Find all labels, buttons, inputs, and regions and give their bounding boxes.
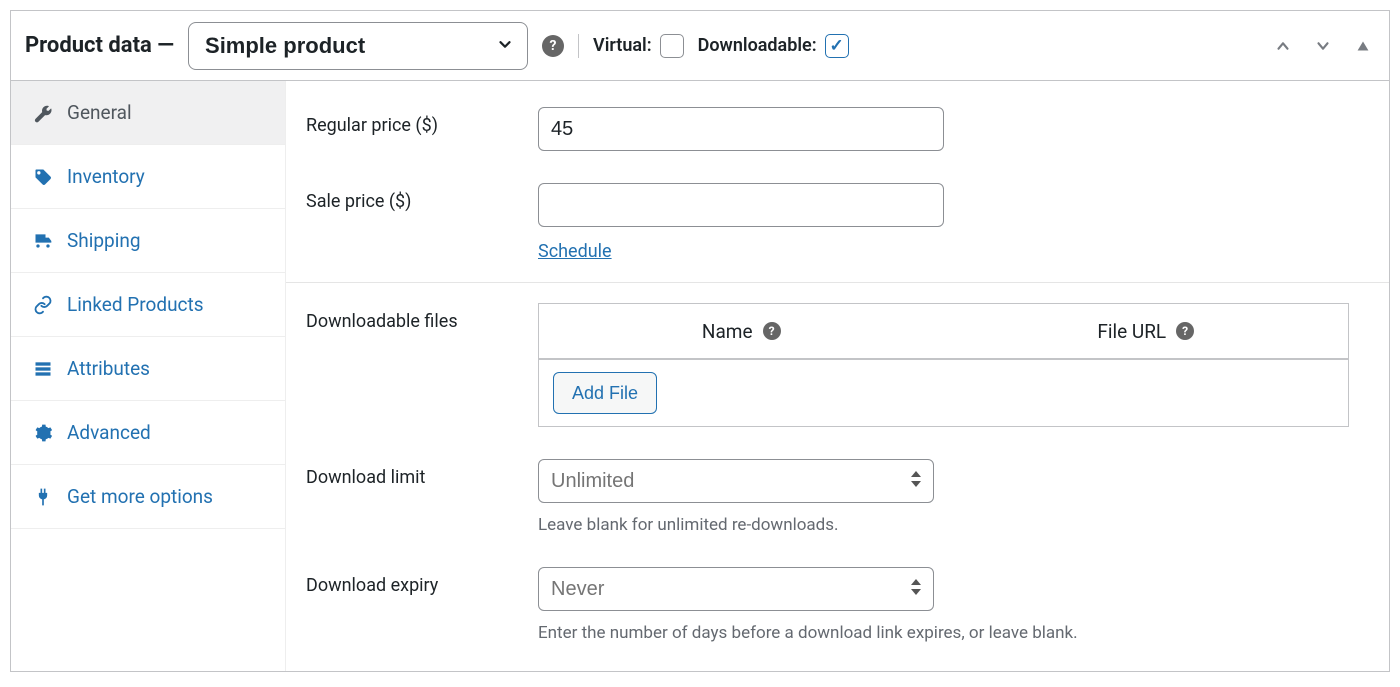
virtual-checkbox-group[interactable]: Virtual: ✓: [593, 34, 684, 58]
panel-body: General Inventory Shipping: [11, 81, 1389, 671]
product-type-select-wrap: Simple product: [188, 22, 528, 70]
files-col-url: File URL ?: [944, 320, 1349, 343]
wrench-icon: [33, 103, 53, 123]
download-limit-input[interactable]: [538, 459, 934, 503]
regular-price-label: Regular price ($): [306, 107, 538, 136]
files-col-name: Name ?: [539, 320, 944, 343]
download-expiry-help: Enter the number of days before a downlo…: [538, 623, 1369, 643]
regular-price-input[interactable]: [538, 107, 944, 151]
tab-general[interactable]: General: [11, 81, 285, 145]
move-up-icon[interactable]: [1271, 34, 1295, 58]
product-data-panel: Product data — Simple product ? Virtual:…: [10, 10, 1390, 672]
tab-inventory[interactable]: Inventory: [11, 145, 285, 209]
download-expiry-label: Download expiry: [306, 567, 538, 596]
row-download-limit: Download limit Leave blank for unlimited…: [286, 443, 1389, 551]
plug-icon: [33, 487, 53, 507]
add-file-button[interactable]: Add File: [553, 372, 657, 414]
toggle-panel-icon[interactable]: [1351, 34, 1375, 58]
tab-advanced[interactable]: Advanced: [11, 401, 285, 465]
panel-header: Product data — Simple product ? Virtual:…: [11, 11, 1389, 81]
panel-title: Product data —: [25, 33, 174, 58]
downloadable-files-table: Name ? File URL ? Add File: [538, 303, 1349, 427]
link-icon: [33, 295, 53, 315]
sale-price-label: Sale price ($): [306, 183, 538, 212]
files-table-head: Name ? File URL ?: [539, 304, 1348, 360]
tab-label: Linked Products: [67, 293, 204, 316]
product-data-tabs: General Inventory Shipping: [11, 81, 286, 671]
row-download-expiry: Download expiry Enter the number of days…: [286, 551, 1389, 659]
list-icon: [33, 359, 53, 379]
help-icon[interactable]: ?: [1176, 322, 1194, 340]
downloadable-files-label: Downloadable files: [306, 303, 538, 332]
row-sale-price: Sale price ($) Schedule: [286, 167, 1389, 278]
tab-label: Get more options: [67, 485, 213, 508]
help-icon[interactable]: ?: [542, 35, 564, 57]
virtual-checkbox[interactable]: ✓: [660, 34, 684, 58]
row-regular-price: Regular price ($): [286, 91, 1389, 167]
help-icon[interactable]: ?: [763, 322, 781, 340]
downloadable-checkbox-group[interactable]: Downloadable: ✓: [698, 34, 849, 58]
panel-header-controls: [1271, 34, 1375, 58]
downloadable-label: Downloadable:: [698, 35, 817, 56]
row-downloadable-files: Downloadable files Name ? File URL ?: [286, 287, 1389, 443]
tab-attributes[interactable]: Attributes: [11, 337, 285, 401]
separator: [578, 34, 579, 58]
tab-content-general: Regular price ($) Sale price ($) Schedul…: [286, 81, 1389, 671]
download-limit-label: Download limit: [306, 459, 538, 488]
sale-price-input[interactable]: [538, 183, 944, 227]
downloadable-checkbox[interactable]: ✓: [825, 34, 849, 58]
tag-icon: [33, 167, 53, 187]
tab-label: Attributes: [67, 357, 150, 380]
virtual-label: Virtual:: [593, 35, 652, 56]
download-expiry-input[interactable]: [538, 567, 934, 611]
gear-icon: [33, 423, 53, 443]
tab-label: General: [67, 101, 132, 124]
tab-shipping[interactable]: Shipping: [11, 209, 285, 273]
divider: [286, 282, 1389, 283]
tab-linked-products[interactable]: Linked Products: [11, 273, 285, 337]
product-type-select[interactable]: Simple product: [188, 22, 528, 70]
tab-label: Advanced: [67, 421, 151, 444]
schedule-link[interactable]: Schedule: [538, 241, 612, 262]
move-down-icon[interactable]: [1311, 34, 1335, 58]
files-table-foot: Add File: [539, 360, 1348, 426]
tab-label: Inventory: [67, 165, 145, 188]
download-limit-help: Leave blank for unlimited re-downloads.: [538, 515, 1369, 535]
tab-get-more-options[interactable]: Get more options: [11, 465, 285, 529]
tab-label: Shipping: [67, 229, 141, 252]
truck-icon: [33, 231, 53, 251]
